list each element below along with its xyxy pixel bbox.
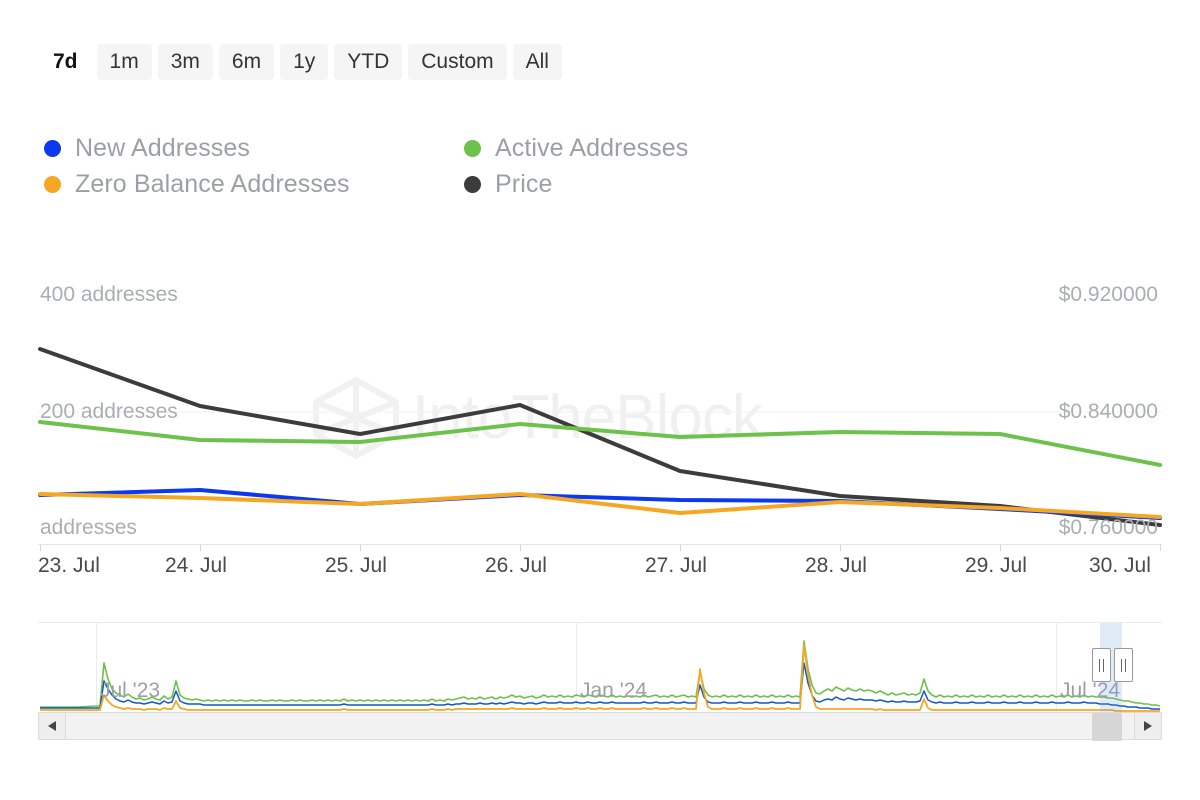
scroll-right-button[interactable] — [1134, 712, 1162, 740]
triangle-left-icon — [48, 721, 56, 731]
range-selector: 7d 1m 3m 6m 1y YTD Custom All — [40, 44, 562, 81]
navigator-plot[interactable]: Jul '23 Jan '24 Jul '24 — [38, 622, 1162, 716]
scrollbar-thumb[interactable] — [1092, 713, 1122, 741]
range-button-7d[interactable]: 7d — [40, 44, 91, 81]
navigator-date-label: Jan '24 — [580, 679, 648, 702]
triangle-right-icon — [1144, 721, 1152, 731]
x-axis-label: 26. Jul — [485, 554, 547, 577]
range-button-all[interactable]: All — [512, 44, 562, 81]
y-axis-label-200: 200 addresses — [40, 400, 178, 423]
range-button-3m[interactable]: 3m — [157, 44, 213, 81]
chart-plot-svg — [38, 347, 1162, 527]
main-chart[interactable]: 400 addresses 200 addresses addresses $0… — [0, 250, 1200, 550]
x-axis-label: 27. Jul — [645, 554, 707, 577]
navigator-handle-left[interactable] — [1092, 648, 1111, 682]
legend-dot-icon — [44, 175, 61, 193]
x-axis-label: 25. Jul — [325, 554, 387, 577]
grip-line-icon — [1103, 658, 1104, 672]
legend-label: Active Addresses — [495, 133, 689, 162]
y-axis-label-400: 400 addresses — [40, 283, 178, 306]
legend-item-active-addresses[interactable]: Active Addresses — [464, 130, 794, 166]
navigator-handle-right[interactable] — [1114, 648, 1133, 682]
chart-navigator[interactable]: Jul '23 Jan '24 Jul '24 — [38, 622, 1162, 716]
x-tick — [520, 544, 521, 551]
legend-dot-icon — [464, 175, 481, 193]
y2-axis-label-084: $0.840000 — [1058, 400, 1158, 423]
scroll-left-button[interactable] — [38, 712, 66, 740]
x-tick — [40, 544, 41, 551]
legend-label: New Addresses — [75, 133, 250, 162]
y-axis-label-0: addresses — [40, 516, 137, 539]
navigator-date-label: Jul '23 — [100, 679, 161, 702]
x-axis-label: 30. Jul — [1089, 554, 1151, 577]
range-button-custom[interactable]: Custom — [408, 44, 507, 81]
scrollbar-track[interactable] — [66, 712, 1134, 741]
x-axis-label: 23. Jul — [38, 554, 100, 577]
series-line-active-addresses — [38, 420, 1162, 467]
legend-label: Zero Balance Addresses — [75, 169, 350, 198]
range-button-1m[interactable]: 1m — [96, 44, 152, 81]
legend-item-price[interactable]: Price — [464, 166, 794, 202]
legend-item-zero-balance-addresses[interactable]: Zero Balance Addresses — [44, 166, 464, 202]
x-axis-label: 28. Jul — [805, 554, 867, 577]
chart-scrollbar[interactable] — [38, 712, 1162, 741]
grip-line-icon — [1125, 658, 1126, 672]
range-button-ytd[interactable]: YTD — [334, 44, 403, 81]
x-tick — [1160, 544, 1161, 551]
y2-axis-label-076: $0.760000 — [1058, 516, 1158, 539]
legend-dot-icon — [44, 139, 61, 157]
range-button-1y[interactable]: 1y — [280, 44, 329, 81]
x-tick — [840, 544, 841, 551]
x-axis-label: 24. Jul — [165, 554, 227, 577]
y2-axis-label-092: $0.920000 — [1058, 283, 1158, 306]
x-axis: 23. Jul 24. Jul 25. Jul 26. Jul 27. Jul … — [0, 544, 1200, 592]
x-tick — [360, 544, 361, 551]
grip-line-icon — [1099, 658, 1100, 672]
legend-label: Price — [495, 169, 553, 198]
x-tick — [680, 544, 681, 551]
x-axis-line — [38, 544, 1162, 545]
legend-dot-icon — [464, 139, 481, 157]
grip-line-icon — [1121, 658, 1122, 672]
legend-item-new-addresses[interactable]: New Addresses — [44, 130, 464, 166]
x-axis-label: 29. Jul — [965, 554, 1027, 577]
x-tick — [1000, 544, 1001, 551]
x-tick — [200, 544, 201, 551]
range-button-6m[interactable]: 6m — [218, 44, 275, 81]
chart-legend: New Addresses Active Addresses Zero Bala… — [44, 130, 804, 202]
